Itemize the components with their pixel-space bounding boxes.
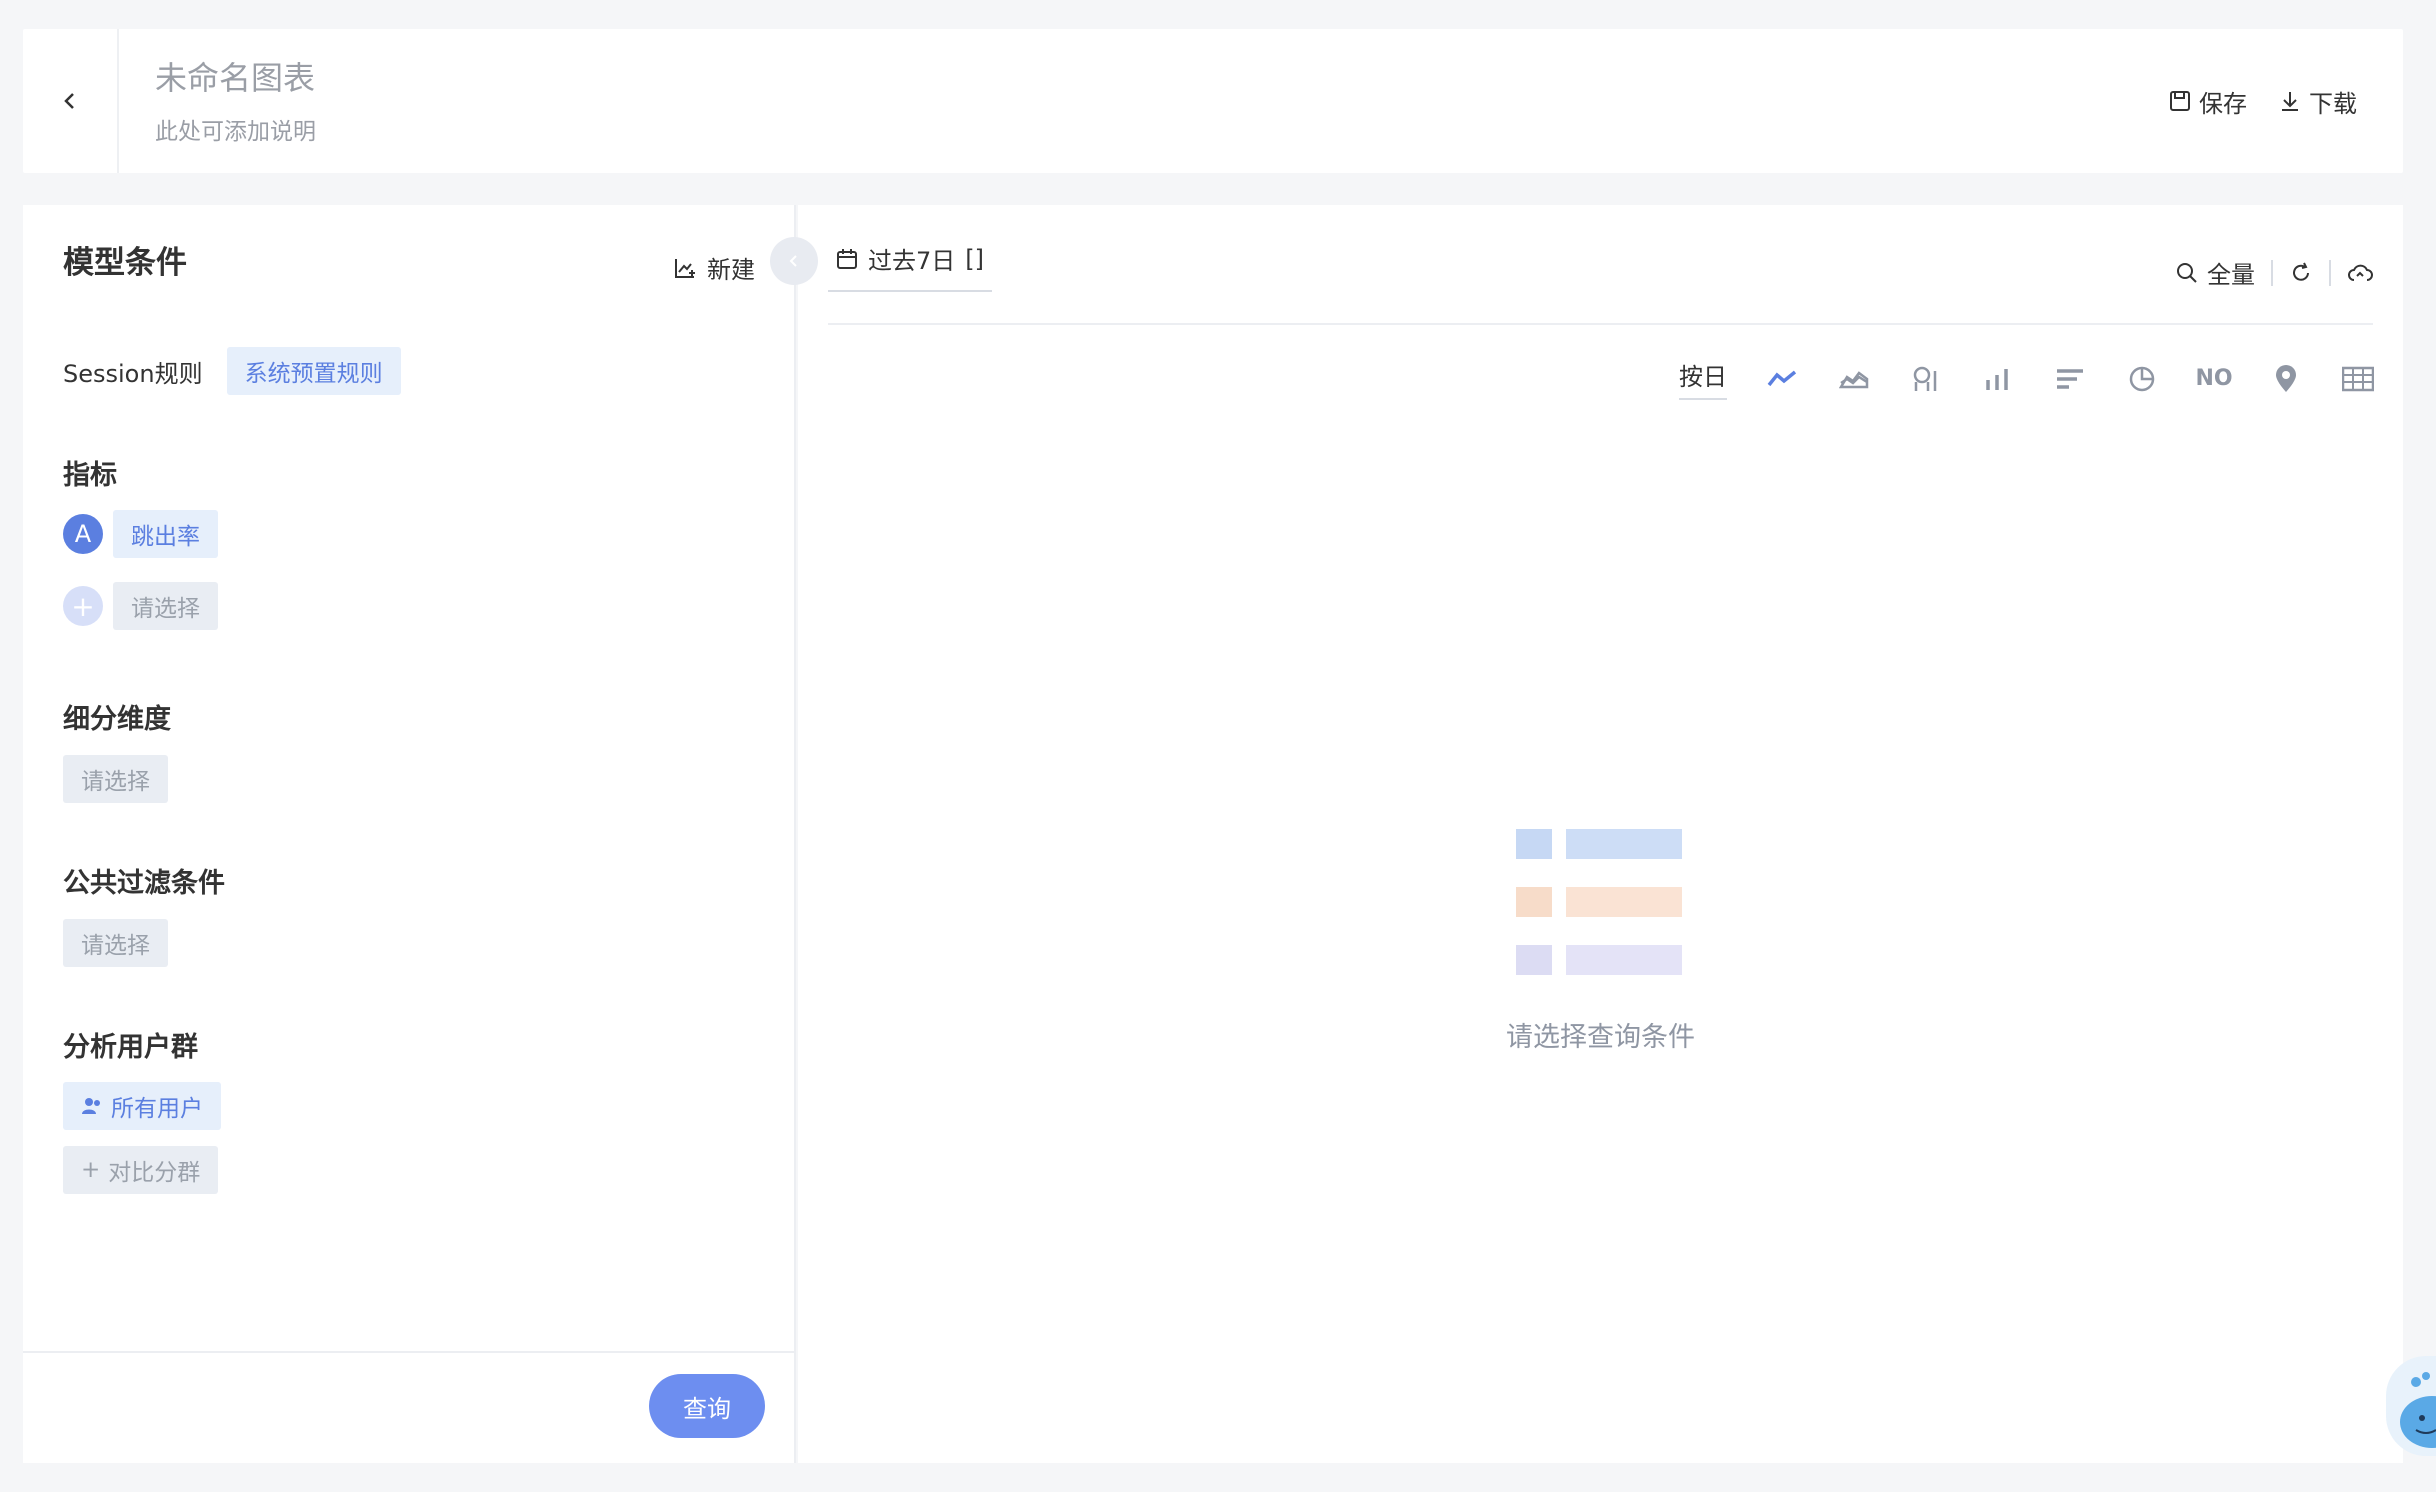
chevron-left-icon: [789, 255, 797, 267]
segment-title: 分析用户群: [63, 1032, 198, 1063]
table-icon[interactable]: [2341, 362, 2375, 396]
dimension-select[interactable]: 请选择: [63, 755, 168, 803]
cloud-sync-icon[interactable]: [2347, 261, 2373, 285]
number-icon[interactable]: NO: [2195, 362, 2232, 396]
chart-description[interactable]: 此处可添加说明: [155, 112, 2169, 146]
chart-header: 未命名图表 此处可添加说明 保存 下载: [23, 29, 2403, 173]
map-pin-icon[interactable]: [2269, 362, 2303, 396]
plus-icon: +: [81, 1157, 101, 1183]
chevron-left-icon: [64, 93, 74, 109]
chart-type-toolbar: 按日 NO: [1679, 357, 2375, 400]
empty-state-message: 请选择查询条件: [1506, 1022, 1695, 1053]
collapse-panel-button[interactable]: [770, 237, 818, 285]
separator: [2271, 259, 2273, 286]
scope-label: 全量: [2207, 261, 2255, 289]
back-button[interactable]: [23, 29, 119, 173]
chart-title[interactable]: 未命名图表: [155, 56, 2169, 100]
download-button[interactable]: 下载: [2279, 84, 2357, 119]
date-range-label: 过去7日: [868, 247, 956, 275]
search-icon: [2177, 262, 2197, 283]
date-range-picker[interactable]: 过去7日 []: [828, 241, 993, 292]
metric-select[interactable]: 跳出率: [113, 510, 218, 558]
new-chart-icon: [675, 258, 695, 278]
granularity-select[interactable]: 按日: [1679, 357, 1727, 400]
metric-add-select[interactable]: 请选择: [113, 582, 218, 630]
dimension-title: 细分维度: [63, 704, 171, 735]
session-rule-tag[interactable]: 系统预置规则: [226, 347, 401, 395]
panel-title: 模型条件: [63, 245, 187, 281]
calendar-icon: [837, 248, 857, 269]
segment-label: 所有用户: [111, 1096, 203, 1122]
query-button[interactable]: 查询: [649, 1374, 765, 1438]
bar-chart-icon[interactable]: [1981, 362, 2015, 396]
download-icon: [2282, 92, 2298, 111]
save-icon: [2170, 91, 2190, 111]
model-conditions-panel: 模型条件 新建 Session规则 系统预置规则 指标 A 跳出率 + 请选择 …: [23, 205, 796, 1463]
session-rule-label: Session规则: [63, 359, 203, 388]
date-range-suffix: []: [965, 244, 985, 273]
separator: [2329, 259, 2331, 286]
add-metric-icon[interactable]: +: [63, 586, 103, 626]
pie-chart-icon[interactable]: [2125, 362, 2159, 396]
save-button[interactable]: 保存: [2169, 84, 2247, 119]
metric-row: A 跳出率: [63, 510, 218, 558]
line-chart-icon[interactable]: [1765, 362, 1799, 396]
horizontal-bar-icon[interactable]: [2053, 362, 2087, 396]
area-chart-icon[interactable]: [1837, 362, 1871, 396]
metric-add-row: + 请选择: [63, 582, 218, 630]
new-label: 新建: [707, 256, 755, 284]
segment-select[interactable]: 所有用户: [63, 1082, 221, 1130]
new-button[interactable]: 新建: [673, 250, 755, 285]
save-label: 保存: [2199, 89, 2247, 118]
funnel-chart-icon[interactable]: [1909, 362, 1943, 396]
download-label: 下载: [2309, 89, 2357, 118]
empty-state-illustration: [1516, 829, 1682, 975]
compare-segment-button[interactable]: + 对比分群: [63, 1146, 219, 1194]
filter-select[interactable]: 请选择: [63, 919, 168, 967]
chart-area: 过去7日 [] 全量 按日 NO 请选择查询条件: [798, 205, 2403, 1463]
scope-button[interactable]: 全量: [2175, 255, 2255, 290]
metrics-title: 指标: [63, 460, 117, 491]
refresh-icon[interactable]: [2289, 261, 2313, 285]
filter-title: 公共过滤条件: [63, 868, 225, 899]
compare-segment-label: 对比分群: [108, 1160, 201, 1186]
users-icon: [82, 1098, 100, 1114]
toolbar-divider: [828, 323, 2373, 325]
metric-badge: A: [63, 514, 103, 554]
